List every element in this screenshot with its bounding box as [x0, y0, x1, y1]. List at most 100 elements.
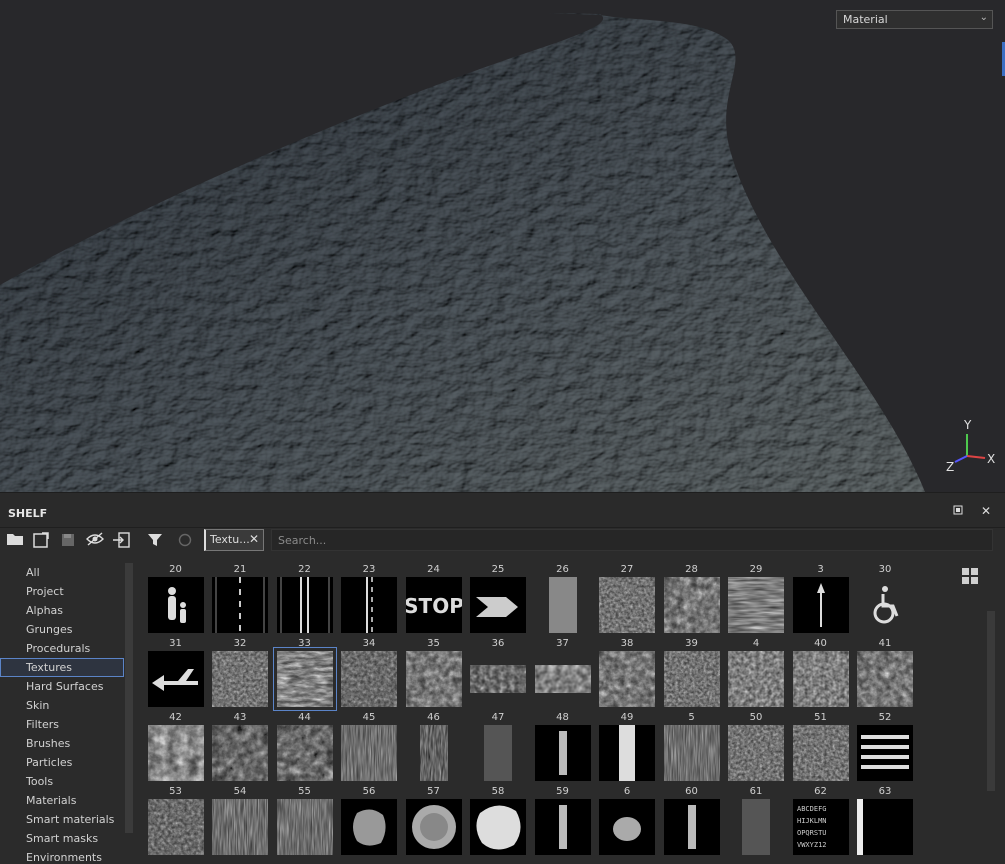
asset-tile[interactable]: 50 — [724, 711, 789, 781]
asset-thumbnail — [599, 725, 655, 781]
asset-tile[interactable]: 27 — [595, 563, 660, 633]
asset-tile[interactable]: 62 ABCDEFG HIJKLMN OPQRSTU VWXYZ12 — [788, 785, 853, 855]
category-scrollbar[interactable] — [124, 563, 134, 857]
asset-tile[interactable]: 59 — [530, 785, 595, 855]
category-smart-materials[interactable]: Smart materials — [0, 810, 124, 829]
asset-tile[interactable]: 42 — [143, 711, 208, 781]
asset-tile[interactable]: 21 — [208, 563, 273, 633]
new-tab-icon[interactable] — [31, 532, 51, 552]
asset-tile[interactable]: 61 — [724, 785, 789, 855]
asset-tile[interactable]: 45 — [337, 711, 402, 781]
asset-tile[interactable]: 37 — [530, 637, 595, 707]
asset-tile[interactable]: 33 — [272, 637, 337, 711]
asset-tile[interactable]: 28 — [659, 563, 724, 633]
asset-tile[interactable]: 53 — [143, 785, 208, 855]
asset-tile[interactable]: 51 — [788, 711, 853, 781]
asset-tile[interactable]: 29 — [724, 563, 789, 633]
asset-grid-scrollbar[interactable] — [985, 563, 997, 863]
material-mode-select[interactable]: Material ⌄ — [836, 10, 993, 29]
category-environments[interactable]: Environments — [0, 848, 124, 864]
axis-gizmo: Y Z X — [940, 418, 1000, 476]
asset-thumbnail — [534, 799, 591, 855]
search-input[interactable]: Search... — [271, 529, 993, 551]
asset-tile[interactable]: 44 — [272, 711, 337, 781]
asset-tile[interactable]: 48 — [530, 711, 595, 781]
category-tools[interactable]: Tools — [0, 772, 124, 791]
asset-tile[interactable]: 55 — [272, 785, 337, 855]
asset-label: 39 — [685, 638, 698, 649]
svg-text:VWXYZ12: VWXYZ12 — [797, 841, 827, 849]
asset-tile[interactable]: 35 — [401, 637, 466, 707]
asset-label: 33 — [298, 638, 311, 649]
asset-tile[interactable]: 24 STOP — [401, 563, 466, 633]
asset-tile[interactable]: 38 — [595, 637, 660, 707]
asset-tile[interactable]: 26 — [530, 563, 595, 633]
hide-eye-icon[interactable] — [85, 532, 105, 552]
asset-tile[interactable]: 46 — [401, 711, 466, 781]
category-particles[interactable]: Particles — [0, 753, 124, 772]
category-procedurals[interactable]: Procedurals — [0, 639, 124, 658]
asset-tile[interactable]: 25 — [466, 563, 531, 633]
asset-tile[interactable]: 3 — [788, 563, 853, 633]
category-skin[interactable]: Skin — [0, 696, 124, 715]
asset-label: 32 — [233, 638, 247, 649]
axis-x-label: X — [987, 452, 996, 466]
category-textures[interactable]: Textures — [0, 658, 124, 677]
asset-tile[interactable]: 57 — [401, 785, 466, 855]
asset-tile[interactable]: 54 — [208, 785, 273, 855]
asset-label: 24 — [427, 564, 440, 575]
asset-thumbnail — [857, 725, 913, 781]
asset-label: 44 — [298, 712, 311, 723]
asset-tile[interactable]: 43 — [208, 711, 273, 781]
filter-icon[interactable] — [145, 532, 165, 552]
asset-tile[interactable]: 31 — [143, 637, 208, 707]
category-alphas[interactable]: Alphas — [0, 601, 124, 620]
asset-tile[interactable]: 47 — [466, 711, 531, 781]
asset-tile[interactable]: 40 — [788, 637, 853, 707]
asset-tile[interactable]: 39 — [659, 637, 724, 707]
save-disk-icon[interactable] — [58, 532, 78, 552]
asset-thumbnail — [276, 799, 333, 855]
filter-chip-textures[interactable]: Textu... ✕ — [204, 529, 264, 551]
asset-label: 45 — [362, 712, 376, 723]
asset-tile[interactable]: 63 — [853, 785, 918, 855]
folder-icon[interactable] — [5, 532, 25, 552]
asset-thumbnail — [405, 799, 462, 855]
category-all[interactable]: All — [0, 563, 124, 582]
asset-tile[interactable]: 22 — [272, 563, 337, 633]
asset-tile[interactable]: 58 — [466, 785, 531, 855]
grid-view-icon[interactable] — [962, 568, 978, 584]
category-smart-masks[interactable]: Smart masks — [0, 829, 124, 848]
asset-tile[interactable]: 20 — [143, 563, 208, 633]
asset-tile[interactable]: 32 — [208, 637, 273, 707]
asset-tile[interactable]: 60 — [659, 785, 724, 855]
asset-thumbnail — [857, 651, 913, 707]
shelf-panel: SHELF ✕ Textu... ✕ Search... All Project… — [0, 493, 1005, 864]
category-hard-surfaces[interactable]: Hard Surfaces — [0, 677, 124, 696]
asset-tile[interactable]: 6 — [595, 785, 660, 855]
close-icon[interactable]: ✕ — [249, 532, 259, 546]
category-filters[interactable]: Filters — [0, 715, 124, 734]
refresh-icon[interactable] — [175, 532, 195, 552]
category-project[interactable]: Project — [0, 582, 124, 601]
import-icon[interactable] — [111, 532, 131, 552]
asset-tile[interactable]: 41 — [853, 637, 918, 707]
asset-tile[interactable]: 49 — [595, 711, 660, 781]
asset-label: 46 — [427, 712, 440, 723]
asset-tile[interactable]: 56 — [337, 785, 402, 855]
category-materials[interactable]: Materials — [0, 791, 124, 810]
asset-tile[interactable]: 30 — [853, 563, 918, 633]
category-brushes[interactable]: Brushes — [0, 734, 124, 753]
category-list: All Project Alphas Grunges Procedurals Textur… — [0, 563, 124, 864]
3d-viewport[interactable]: Material ⌄ Y Z X — [0, 0, 1005, 493]
category-grunges[interactable]: Grunges — [0, 620, 124, 639]
asset-tile[interactable]: 4 — [724, 637, 789, 707]
asset-tile[interactable]: 34 — [337, 637, 402, 707]
asset-tile[interactable]: 5 — [659, 711, 724, 781]
asset-tile[interactable]: 23 — [337, 563, 402, 633]
asset-tile[interactable]: 52 — [853, 711, 918, 781]
close-icon[interactable]: ✕ — [979, 504, 993, 518]
restore-window-icon[interactable] — [951, 504, 965, 518]
asset-thumbnail — [272, 647, 337, 711]
asset-tile[interactable]: 36 — [466, 637, 531, 707]
